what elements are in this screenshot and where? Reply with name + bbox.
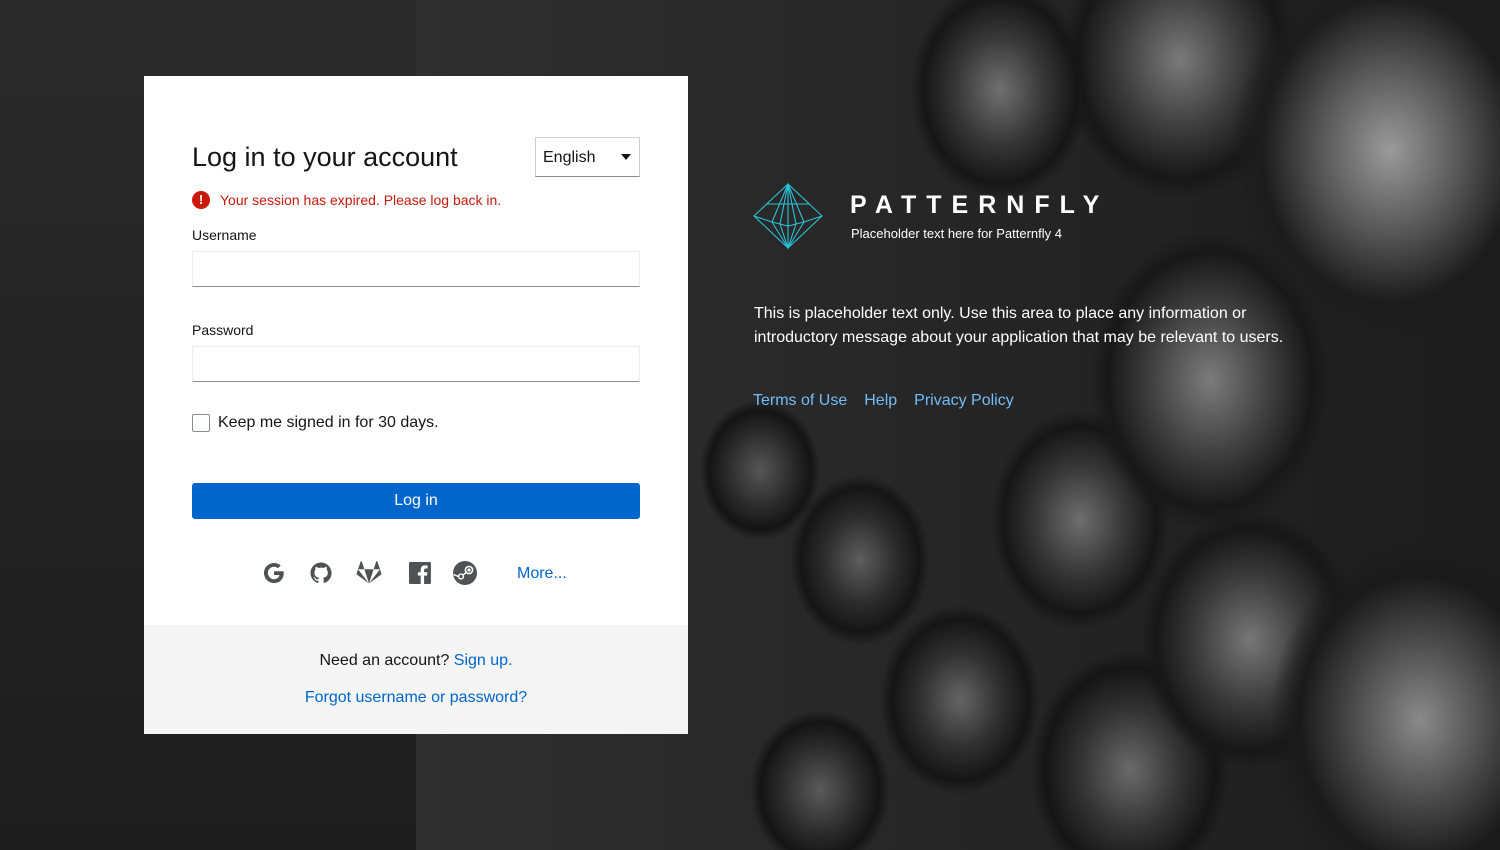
remember-me-checkbox[interactable]: [192, 414, 210, 432]
google-icon[interactable]: [261, 560, 287, 586]
gitlab-icon[interactable]: [356, 560, 382, 586]
terms-of-use-link[interactable]: Terms of Use: [753, 392, 847, 410]
forgot-credentials-link[interactable]: Forgot username or password?: [144, 689, 688, 707]
password-label: Password: [192, 322, 254, 338]
brand-tagline: Placeholder text here for Patternfly 4: [851, 226, 1063, 241]
username-input[interactable]: [192, 251, 640, 287]
login-card: Log in to your account English ! Your se…: [144, 76, 688, 734]
github-icon[interactable]: [308, 560, 334, 586]
error-message: ! Your session has expired. Please log b…: [192, 191, 501, 209]
brand-name: PATTERNFLY: [850, 191, 1110, 219]
signup-row: Need an account? Sign up.: [144, 652, 688, 670]
more-providers-link[interactable]: More...: [517, 565, 567, 583]
intro-text: This is placeholder text only. Use this …: [754, 305, 1284, 346]
language-select[interactable]: English: [535, 137, 640, 177]
facebook-icon[interactable]: [407, 560, 433, 586]
footer-links: Terms of Use Help Privacy Policy: [753, 392, 1014, 410]
exclamation-circle-icon: !: [192, 191, 210, 209]
login-button[interactable]: Log in: [192, 483, 640, 519]
error-text: Your session has expired. Please log bac…: [220, 192, 502, 208]
login-card-body: Log in to your account English ! Your se…: [144, 76, 688, 625]
remember-me-row: Keep me signed in for 30 days.: [192, 414, 439, 432]
need-account-text: Need an account?: [319, 652, 450, 669]
password-input[interactable]: [192, 346, 640, 382]
caret-down-icon: [621, 154, 631, 160]
username-label: Username: [192, 227, 257, 243]
help-link[interactable]: Help: [864, 392, 897, 410]
page-title: Log in to your account: [192, 142, 458, 172]
login-card-footer: Need an account? Sign up. Forgot usernam…: [144, 625, 688, 734]
privacy-policy-link[interactable]: Privacy Policy: [914, 392, 1014, 410]
language-select-value: English: [543, 149, 596, 166]
steam-icon[interactable]: [452, 560, 478, 586]
remember-me-label[interactable]: Keep me signed in for 30 days.: [218, 414, 439, 432]
signup-link[interactable]: Sign up.: [454, 652, 513, 669]
patternfly-logo-icon: [752, 182, 824, 250]
